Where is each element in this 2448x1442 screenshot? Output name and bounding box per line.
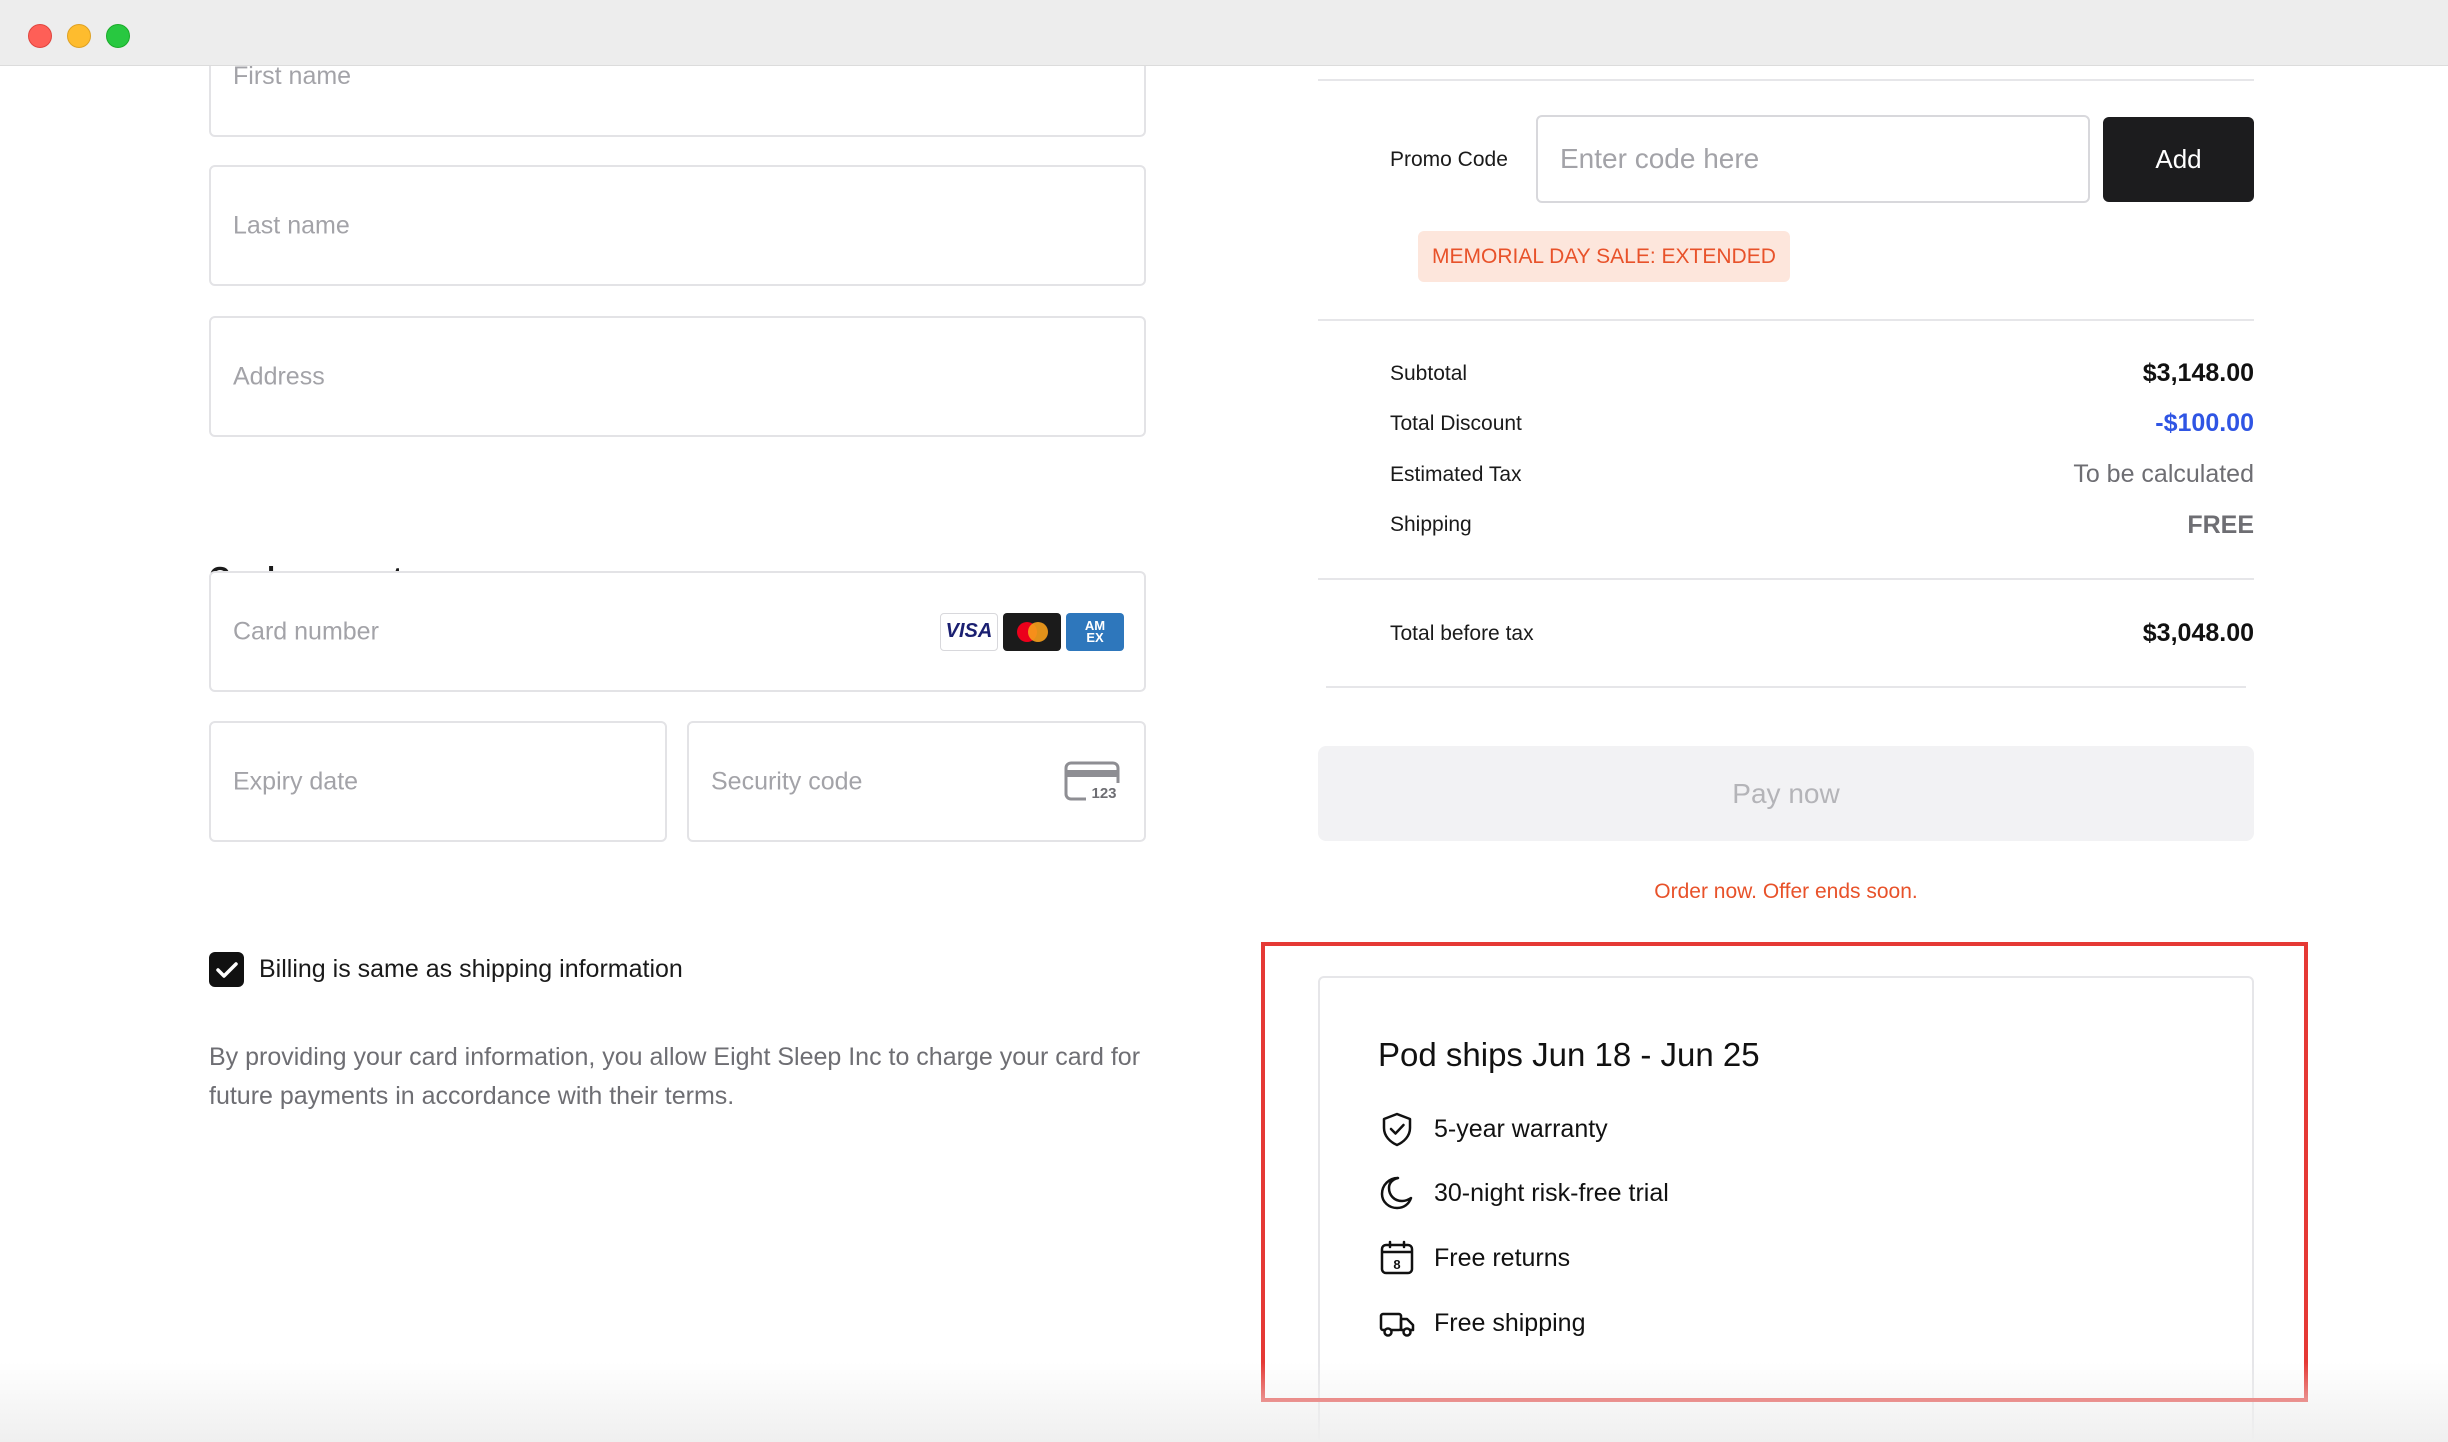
divider-total <box>1326 686 2246 688</box>
billing-same-label[interactable]: Billing is same as shipping information <box>259 955 683 984</box>
card-number-field[interactable]: Card number VISA AM EX <box>209 571 1146 692</box>
card-brand-logos: VISA AM EX <box>940 612 1124 651</box>
address-placeholder: Address <box>233 362 325 390</box>
checkmark-icon <box>215 961 238 978</box>
shipping-label: Shipping <box>1390 513 1472 536</box>
highlight-box <box>1261 942 2308 1402</box>
total-label: Total before tax <box>1390 622 1534 645</box>
cvc-icon-text: 123 <box>1091 785 1116 802</box>
offer-text: Order now. Offer ends soon. <box>1654 880 1918 903</box>
sale-badge: MEMORIAL DAY SALE: EXTENDED <box>1418 231 1790 282</box>
card-number-placeholder: Card number <box>233 617 379 645</box>
last-name-field[interactable]: Last name <box>209 165 1146 286</box>
first-name-field[interactable]: First name <box>209 66 1146 137</box>
divider-top <box>1318 79 2254 81</box>
cvc-card-icon: 123 <box>1064 761 1120 802</box>
expiry-date-field[interactable]: Expiry date <box>209 721 667 842</box>
address-field[interactable]: Address <box>209 316 1146 437</box>
window-close-button[interactable] <box>28 24 52 48</box>
last-name-placeholder: Last name <box>233 211 350 239</box>
discount-label: Total Discount <box>1390 412 1522 435</box>
divider-promo <box>1318 319 2254 321</box>
window-titlebar <box>0 0 2448 66</box>
total-value: $3,048.00 <box>2142 619 2254 647</box>
shipping-value: FREE <box>2187 511 2254 539</box>
security-code-placeholder: Security code <box>711 767 863 795</box>
payment-disclaimer: By providing your card information, you … <box>209 1043 1141 1110</box>
tax-label: Estimated Tax <box>1390 463 1522 486</box>
expiry-date-placeholder: Expiry date <box>233 767 359 795</box>
window-minimize-button[interactable] <box>67 24 91 48</box>
subtotal-value: $3,148.00 <box>2142 359 2254 387</box>
promo-code-label: Promo Code <box>1390 148 1508 171</box>
divider-rows <box>1318 578 2254 580</box>
promo-code-input[interactable] <box>1538 117 2088 201</box>
window-maximize-button[interactable] <box>106 24 130 48</box>
security-code-field[interactable]: Security code 123 <box>687 721 1146 842</box>
amex-logo: AM EX <box>1066 612 1124 651</box>
pay-now-button[interactable]: Pay now <box>1318 746 2254 841</box>
first-name-placeholder: First name <box>233 66 352 90</box>
mastercard-logo <box>1003 612 1061 651</box>
visa-logo: VISA <box>940 612 998 651</box>
billing-same-checkbox[interactable] <box>209 952 244 987</box>
promo-code-field[interactable] <box>1536 115 2090 203</box>
checkout-page: First name Last name Address Card paymen… <box>0 66 2448 1442</box>
add-promo-button[interactable]: Add <box>2103 117 2254 202</box>
discount-value: -$100.00 <box>2155 409 2254 437</box>
tax-value: To be calculated <box>2073 460 2254 488</box>
subtotal-label: Subtotal <box>1390 362 1468 385</box>
